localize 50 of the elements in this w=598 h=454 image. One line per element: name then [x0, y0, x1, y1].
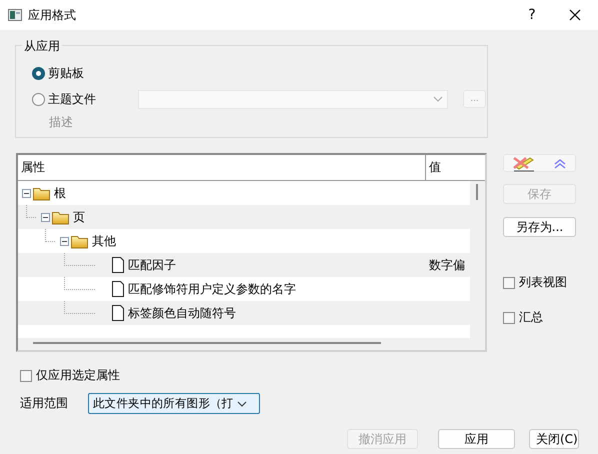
horizontal-scrollbar[interactable]: [18, 338, 485, 350]
app-icon: [8, 9, 22, 21]
radio-button[interactable]: [32, 66, 45, 80]
checkbox-label: 仅应用选定属性: [36, 367, 120, 384]
tree-row[interactable]: 其他: [18, 229, 470, 253]
column-header[interactable]: 属性: [18, 155, 426, 180]
vertical-scrollbar[interactable]: [470, 181, 485, 338]
tree-item-label: 匹配因子: [128, 256, 176, 274]
checkbox[interactable]: [20, 370, 32, 382]
tree-item-label: 匹配修饰符用户定义参数的名字: [128, 280, 296, 298]
chevron-down-icon: [433, 96, 443, 102]
pencil-cross-icon[interactable]: [512, 154, 536, 172]
tree-row[interactable]: 标签颜色自动随符号: [18, 301, 470, 325]
close-button[interactable]: 关闭(C): [529, 429, 579, 449]
chevron-down-icon: [237, 400, 248, 406]
collapse-icon[interactable]: [60, 236, 69, 246]
tree-row[interactable]: 根: [18, 181, 470, 205]
radio-label: 主题文件: [48, 90, 96, 108]
checkbox[interactable]: [503, 276, 515, 288]
close-icon[interactable]: [569, 9, 581, 21]
tree-item-label: 根: [54, 184, 66, 202]
folder-icon: [52, 210, 69, 224]
help-button[interactable]: ?: [512, 7, 552, 23]
collapse-icon[interactable]: [41, 212, 50, 222]
save-as-button[interactable]: 另存为...: [503, 217, 576, 237]
checkbox[interactable]: [503, 312, 515, 324]
scope-label: 适用范围: [20, 395, 68, 412]
radio-button[interactable]: [32, 92, 45, 106]
scope-dropdown[interactable]: 此文件夹中的所有图形（打: [88, 393, 260, 414]
checkbox-label: 列表视图: [519, 274, 567, 291]
tree-row[interactable]: 匹配修饰符用户定义参数的名字: [18, 277, 470, 301]
collapse-icon[interactable]: [22, 188, 31, 198]
radio-label: 剪贴板: [48, 64, 84, 82]
document-icon: [112, 281, 124, 297]
document-icon: [112, 257, 124, 273]
tree-item-label: 其他: [92, 232, 116, 250]
folder-icon: [71, 234, 88, 248]
description-label: 描述: [49, 114, 74, 131]
tree-item-label: 页: [73, 208, 85, 226]
tree-row[interactable]: 页: [18, 205, 470, 229]
double-chevron-up-icon[interactable]: [552, 156, 567, 170]
folder-icon: [33, 186, 50, 200]
value-cell-text: 数字偏: [428, 256, 466, 274]
tree-row[interactable]: 匹配因子 数字偏: [18, 253, 470, 277]
window-title: 应用格式: [28, 6, 77, 24]
tree-item-label: 标签颜色自动随符号: [128, 304, 236, 322]
apply-button[interactable]: 应用: [438, 429, 515, 449]
document-icon: [112, 305, 124, 321]
column-header[interactable]: 值: [426, 155, 470, 180]
checkbox-label: 汇总: [519, 309, 543, 326]
